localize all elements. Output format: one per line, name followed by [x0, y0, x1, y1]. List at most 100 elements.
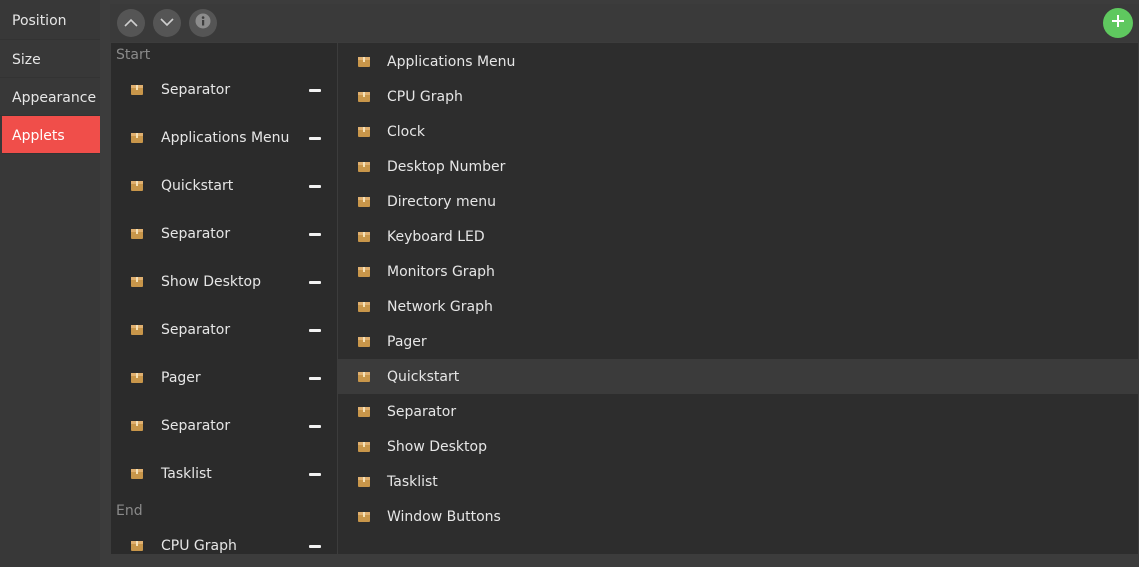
move-up-button[interactable] [117, 9, 145, 37]
package-icon [131, 372, 143, 384]
package-icon [131, 540, 143, 552]
settings-sidebar: Position Size Appearance Applets [0, 0, 100, 567]
placed-applet-row[interactable]: Separator [111, 211, 337, 259]
available-applet-label: Keyboard LED [387, 229, 485, 245]
placed-applet-label: Separator [161, 82, 231, 98]
remove-applet-button[interactable] [309, 281, 321, 284]
remove-applet-button[interactable] [309, 473, 321, 476]
available-applet-label: Clock [387, 124, 426, 140]
package-icon [131, 228, 143, 240]
remove-applet-button[interactable] [309, 233, 321, 236]
available-applet-label: Separator [387, 404, 457, 420]
placed-applets-list: Start Separator Applications Menu Quicks… [111, 43, 337, 554]
available-applet-row[interactable]: Desktop Number [338, 149, 1138, 184]
available-applet-row[interactable]: Separator [338, 394, 1138, 429]
package-icon [358, 301, 370, 313]
package-icon [131, 420, 143, 432]
available-applets-list: Applications Menu CPU Graph Clock Deskto… [338, 43, 1138, 554]
remove-applet-button[interactable] [309, 545, 321, 548]
available-applet-row[interactable]: Network Graph [338, 289, 1138, 324]
placed-applet-label: Pager [161, 370, 201, 386]
remove-applet-button[interactable] [309, 137, 321, 140]
available-applet-label: Desktop Number [387, 159, 506, 175]
sidebar-item-label: Applets [12, 128, 65, 144]
placed-applet-label: Separator [161, 418, 231, 434]
available-applet-label: Pager [387, 334, 427, 350]
package-icon [131, 180, 143, 192]
sidebar-item-applets[interactable]: Applets [2, 116, 100, 154]
available-applet-row[interactable]: Clock [338, 114, 1138, 149]
available-applet-label: Directory menu [387, 194, 496, 210]
placed-applet-row[interactable]: CPU Graph [111, 523, 337, 554]
placed-applet-row[interactable]: Separator [111, 307, 337, 355]
info-button[interactable] [189, 9, 217, 37]
available-applet-row[interactable]: Monitors Graph [338, 254, 1138, 289]
placed-applet-row[interactable]: Separator [111, 403, 337, 451]
sidebar-item-label: Appearance [12, 90, 97, 106]
available-applet-row[interactable]: Keyboard LED [338, 219, 1138, 254]
package-icon [358, 231, 370, 243]
available-applet-row[interactable]: Applications Menu [338, 44, 1138, 79]
placed-applet-label: Quickstart [161, 178, 234, 194]
available-applet-label: Window Buttons [387, 509, 501, 525]
package-icon [131, 324, 143, 336]
available-applet-label: Monitors Graph [387, 264, 495, 280]
remove-applet-button[interactable] [309, 377, 321, 380]
info-icon [195, 13, 211, 33]
sidebar-item-label: Size [12, 52, 41, 68]
remove-applet-button[interactable] [309, 89, 321, 92]
available-applet-row[interactable]: Show Desktop [338, 429, 1138, 464]
available-applet-label: Network Graph [387, 299, 493, 315]
sidebar-item-label: Position [12, 13, 67, 29]
available-applet-row[interactable]: Pager [338, 324, 1138, 359]
available-applet-row[interactable]: Directory menu [338, 184, 1138, 219]
available-applet-row[interactable]: Window Buttons [338, 499, 1138, 534]
package-icon [131, 468, 143, 480]
available-applet-label: Tasklist [387, 474, 438, 490]
package-icon [131, 84, 143, 96]
start-section-label: Start [116, 47, 151, 63]
placed-applet-label: Separator [161, 226, 231, 242]
remove-applet-button[interactable] [309, 185, 321, 188]
package-icon [358, 126, 370, 138]
placed-applet-label: Applications Menu [161, 130, 290, 146]
available-applet-row-highlighted[interactable]: Quickstart [338, 359, 1138, 394]
chevron-down-icon [160, 15, 174, 31]
placed-applet-label: Show Desktop [161, 274, 261, 290]
package-icon [358, 196, 370, 208]
package-icon [358, 371, 370, 383]
placed-applet-label: CPU Graph [161, 538, 237, 554]
sidebar-item-position[interactable]: Position [0, 0, 100, 40]
placed-applet-label: Separator [161, 322, 231, 338]
placed-applet-row[interactable]: Applications Menu [111, 115, 337, 163]
package-icon [358, 91, 370, 103]
available-applet-label: CPU Graph [387, 89, 463, 105]
placed-applet-row[interactable]: Separator [111, 67, 337, 115]
available-applet-label: Show Desktop [387, 439, 487, 455]
add-applet-button[interactable] [1103, 8, 1133, 38]
placed-applet-row[interactable]: Tasklist [111, 451, 337, 499]
package-icon [358, 161, 370, 173]
available-applet-label: Applications Menu [387, 54, 516, 70]
available-applet-label: Quickstart [387, 369, 460, 385]
remove-applet-button[interactable] [309, 329, 321, 332]
package-icon [358, 441, 370, 453]
package-icon [358, 336, 370, 348]
placed-applet-row[interactable]: Pager [111, 355, 337, 403]
package-icon [358, 511, 370, 523]
package-icon [131, 132, 143, 144]
available-applet-row[interactable]: Tasklist [338, 464, 1138, 499]
plus-icon [1112, 15, 1124, 31]
package-icon [358, 266, 370, 278]
sidebar-item-appearance[interactable]: Appearance [0, 78, 100, 116]
placed-applet-row[interactable]: Show Desktop [111, 259, 337, 307]
applets-toolbar [110, 4, 1139, 42]
package-icon [358, 406, 370, 418]
sidebar-item-size[interactable]: Size [0, 40, 100, 78]
available-applet-row[interactable]: CPU Graph [338, 79, 1138, 114]
move-down-button[interactable] [153, 9, 181, 37]
remove-applet-button[interactable] [309, 425, 321, 428]
placed-applet-label: Tasklist [161, 466, 212, 482]
package-icon [358, 476, 370, 488]
placed-applet-row[interactable]: Quickstart [111, 163, 337, 211]
